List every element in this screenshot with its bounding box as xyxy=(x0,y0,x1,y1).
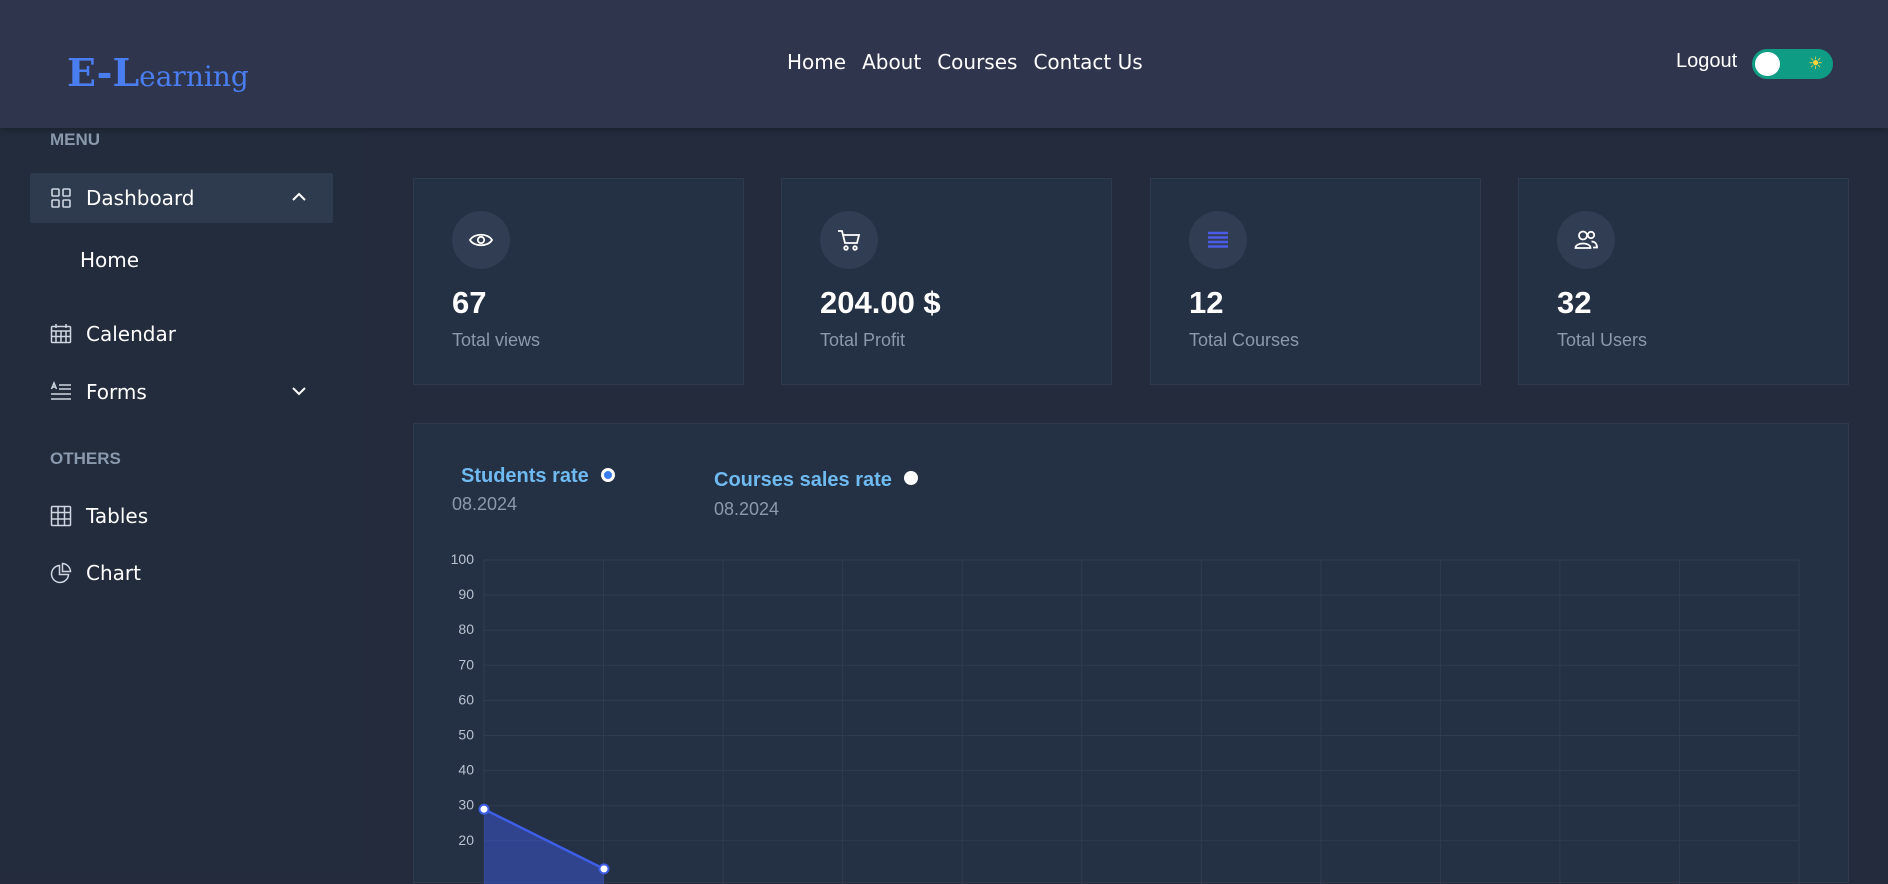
stat-value: 67 xyxy=(452,285,487,320)
series-area xyxy=(484,809,604,884)
users-icon xyxy=(1557,211,1615,269)
nav-home[interactable]: Home xyxy=(787,50,846,74)
grid-icon xyxy=(50,187,72,209)
data-point xyxy=(598,863,610,875)
stat-label: Total views xyxy=(452,330,541,350)
y-tick-label: 90 xyxy=(458,586,474,602)
stat-card-profit: 204.00 $ Total Profit xyxy=(781,178,1112,385)
y-tick-label: 60 xyxy=(458,691,474,707)
menu-section-label: MENU xyxy=(50,130,101,149)
logo-part: E- xyxy=(67,50,113,95)
cart-icon xyxy=(820,211,878,269)
toggle-knob xyxy=(1755,52,1780,76)
stat-card-views: 67 Total views xyxy=(413,178,744,385)
sidebar-item-label: Forms xyxy=(86,380,147,404)
sidebar-item-label: Chart xyxy=(86,561,141,585)
y-tick-label: 50 xyxy=(458,727,474,743)
stat-value: 12 xyxy=(1189,285,1224,320)
chevron-up-icon xyxy=(292,192,306,201)
sidebar-item-tables[interactable]: Tables xyxy=(30,491,333,541)
data-point xyxy=(478,803,490,815)
y-tick-label: 70 xyxy=(458,656,474,672)
calendar-icon xyxy=(50,323,72,345)
list-icon xyxy=(1189,211,1247,269)
sidebar-item-label: Calendar xyxy=(86,322,176,346)
table-icon xyxy=(50,505,72,527)
stat-value: 204.00 $ xyxy=(820,285,941,320)
nav-about[interactable]: About xyxy=(862,50,921,74)
stat-value: 32 xyxy=(1557,285,1592,320)
logout-button[interactable]: Logout xyxy=(1676,50,1737,73)
eye-icon xyxy=(452,211,510,269)
y-tick-label: 30 xyxy=(458,797,474,813)
logo-part: earning xyxy=(139,60,249,93)
stat-card-users: 32 Total Users xyxy=(1518,178,1849,385)
sidebar-item-calendar[interactable]: Calendar xyxy=(30,309,333,359)
chevron-down-icon xyxy=(292,387,306,396)
site-logo[interactable]: E-Learning xyxy=(67,50,249,95)
sidebar-item-chart[interactable]: Chart xyxy=(30,548,333,598)
y-tick-label: 100 xyxy=(451,551,475,567)
logo-part: L xyxy=(112,50,140,95)
sidebar-item-label: Tables xyxy=(86,504,149,528)
sidebar-item-dashboard[interactable]: Dashboard xyxy=(30,173,333,223)
stat-label: Total Profit xyxy=(820,330,906,350)
chart-panel: Students rate 08.2024 Courses sales rate… xyxy=(413,423,1849,884)
nav-courses[interactable]: Courses xyxy=(937,50,1017,74)
y-tick-label: 40 xyxy=(458,762,474,778)
sun-icon: ☀ xyxy=(1808,54,1824,74)
forms-icon xyxy=(50,381,72,403)
sidebar-subitem-home[interactable]: Home xyxy=(80,248,139,272)
sidebar-item-label: Dashboard xyxy=(86,186,195,210)
area-chart: 100 90 80 70 60 50 40 30 20 xyxy=(451,551,1800,884)
sidebar-item-forms[interactable]: Forms xyxy=(30,367,333,417)
sidebar: MENU Dashboard Home Calendar Forms OTHER… xyxy=(0,128,363,870)
stat-label: Total Users xyxy=(1557,330,1648,350)
y-tick-label: 20 xyxy=(458,832,474,848)
top-header: E-Learning Home About Courses Contact Us… xyxy=(0,0,1888,128)
nav-contact-us[interactable]: Contact Us xyxy=(1033,50,1142,74)
main-nav: Home About Courses Contact Us xyxy=(787,50,1143,74)
stat-card-courses: 12 Total Courses xyxy=(1150,178,1481,385)
pie-chart-icon xyxy=(50,562,72,584)
stat-label: Total Courses xyxy=(1189,330,1300,350)
y-tick-label: 80 xyxy=(458,621,474,637)
theme-toggle[interactable]: ☀ xyxy=(1752,49,1833,79)
others-section-label: OTHERS xyxy=(50,449,121,468)
